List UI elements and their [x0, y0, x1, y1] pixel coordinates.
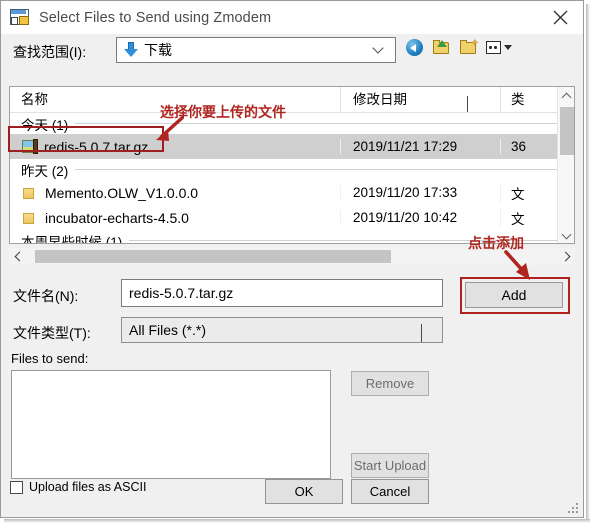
- downloads-arrow-icon: [124, 42, 138, 58]
- file-name-cell: redis-5.0.7.tar.gz: [10, 139, 340, 155]
- look-in-label: 查找范围(I):: [13, 44, 87, 60]
- create-new-folder-icon[interactable]: ✦: [459, 38, 479, 58]
- column-header-name[interactable]: 名称: [10, 87, 340, 113]
- archive-file-icon: [22, 139, 38, 154]
- close-icon[interactable]: [537, 1, 583, 33]
- look-in-value: 下载: [144, 42, 172, 58]
- file-name-text: redis-5.0.7.tar.gz: [44, 138, 149, 155]
- group-label: 昨天 (2): [21, 163, 69, 179]
- window-title: Select Files to Send using Zmodem: [39, 9, 272, 26]
- up-one-level-icon[interactable]: [432, 38, 452, 58]
- group-divider: [75, 169, 572, 170]
- look-in-row: 查找范围(I): 下载 ✦: [1, 34, 583, 70]
- group-divider: [75, 123, 572, 124]
- folder-icon: [22, 211, 37, 225]
- scroll-left-icon[interactable]: [9, 248, 26, 265]
- file-type-cell: 36: [500, 139, 558, 154]
- ok-button[interactable]: OK: [265, 479, 343, 504]
- file-name-text: incubator-echarts-4.5.0: [45, 209, 189, 226]
- title-bar: Select Files to Send using Zmodem: [1, 1, 583, 34]
- zmodem-dialog-icon: [9, 8, 31, 28]
- vertical-scroll-thumb[interactable]: [560, 107, 574, 155]
- files-to-send-label: Files to send:: [11, 351, 89, 366]
- upload-as-ascii-checkbox[interactable]: Upload files as ASCII: [10, 480, 146, 494]
- scroll-down-icon[interactable]: [558, 226, 574, 243]
- file-list-body: 今天 (1) redis-5.0.7.tar.gz 2019/11/21 17:…: [10, 113, 574, 243]
- file-name-cell: Memento.OLW_V1.0.0.0: [10, 185, 340, 201]
- remove-button[interactable]: Remove: [351, 371, 429, 396]
- window-shadow-bottom: [4, 519, 590, 523]
- folder-icon: [22, 186, 37, 200]
- column-header-date-label: 修改日期: [353, 91, 407, 107]
- chevron-down-icon: [372, 42, 387, 57]
- group-divider: [129, 240, 572, 241]
- group-label: 本周早些时候 (1): [21, 234, 123, 244]
- look-in-combo[interactable]: 下载: [116, 37, 396, 63]
- file-type-cell: 文: [500, 207, 558, 228]
- filetype-value: All Files (*.*): [129, 322, 207, 338]
- window-shadow-right: [586, 4, 590, 523]
- zmodem-file-dialog: Select Files to Send using Zmodem 查找范围(I…: [0, 0, 584, 518]
- start-upload-button[interactable]: Start Upload: [351, 453, 429, 478]
- file-list-header: 名称 修改日期 类: [10, 87, 574, 113]
- add-button[interactable]: Add: [465, 282, 563, 308]
- file-name-cell: incubator-echarts-4.5.0: [10, 210, 340, 226]
- sort-chevron-icon: [467, 91, 476, 112]
- table-row[interactable]: redis-5.0.7.tar.gz 2019/11/21 17:29 36: [10, 134, 574, 159]
- screenshot-root: Select Files to Send using Zmodem 查找范围(I…: [0, 0, 590, 523]
- back-icon[interactable]: [405, 38, 425, 58]
- filetype-select[interactable]: All Files (*.*): [121, 317, 443, 343]
- views-icon[interactable]: [486, 38, 512, 58]
- scroll-up-icon[interactable]: [558, 87, 574, 104]
- table-row[interactable]: incubator-echarts-4.5.0 2019/11/20 10:42…: [10, 205, 574, 230]
- cancel-button[interactable]: Cancel: [351, 479, 429, 504]
- file-type-cell: 文: [500, 182, 558, 203]
- group-label: 今天 (1): [21, 117, 69, 133]
- group-header-yesterday[interactable]: 昨天 (2): [10, 159, 574, 180]
- chevron-down-icon: [421, 324, 434, 342]
- file-name-text: Memento.OLW_V1.0.0.0: [45, 184, 199, 201]
- column-header-date[interactable]: 修改日期: [340, 87, 500, 113]
- group-header-today[interactable]: 今天 (1): [10, 113, 574, 134]
- file-date-cell: 2019/11/20 10:42: [340, 210, 500, 225]
- group-header-earlier-this-week[interactable]: 本周早些时候 (1): [10, 230, 574, 244]
- files-to-send-list[interactable]: [11, 370, 331, 479]
- filename-input[interactable]: [121, 279, 443, 307]
- column-header-type[interactable]: 类: [500, 87, 558, 113]
- checkbox-label: Upload files as ASCII: [29, 480, 147, 494]
- file-list-horizontal-scrollbar[interactable]: [9, 248, 575, 265]
- checkbox-box[interactable]: [10, 480, 23, 494]
- resize-grip-icon[interactable]: [568, 503, 580, 515]
- filename-label: 文件名(N):: [13, 288, 79, 304]
- table-row[interactable]: Memento.OLW_V1.0.0.0 2019/11/20 17:33 文: [10, 180, 574, 205]
- file-date-cell: 2019/11/20 17:33: [340, 185, 500, 200]
- dialog-toolbar: ✦: [405, 38, 512, 58]
- file-date-cell: 2019/11/21 17:29: [340, 139, 500, 154]
- scroll-right-icon[interactable]: [558, 248, 575, 265]
- horizontal-scroll-thumb[interactable]: [35, 250, 391, 263]
- file-list-vertical-scrollbar[interactable]: [557, 87, 574, 243]
- file-list[interactable]: 名称 修改日期 类 今天 (1) redis-5.0.7.tar.gz 2019…: [9, 86, 575, 244]
- filetype-label: 文件类型(T):: [13, 325, 91, 341]
